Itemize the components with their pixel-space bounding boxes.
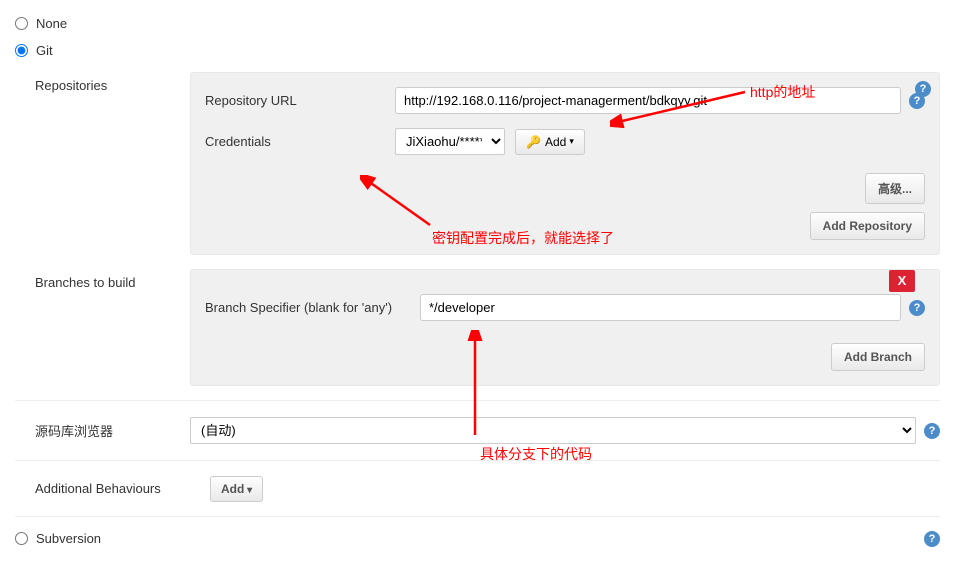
repo-browser-label: 源码库浏览器 <box>35 415 190 446</box>
branches-block: X Branch Specifier (blank for 'any') ? A… <box>190 269 940 386</box>
help-icon[interactable]: ? <box>924 423 940 439</box>
repositories-label: Repositories <box>35 72 190 255</box>
scm-subversion-label: Subversion <box>36 531 101 546</box>
credentials-select[interactable]: JiXiaohu/****** <box>395 128 505 155</box>
scm-subversion-radio[interactable] <box>15 532 28 545</box>
divider <box>15 400 940 401</box>
key-icon: 🔑 <box>526 135 541 149</box>
divider <box>15 516 940 517</box>
repo-url-input[interactable] <box>395 87 901 114</box>
repositories-block: ? Repository URL ? Credentials JiXiaohu/… <box>190 72 940 255</box>
branches-label: Branches to build <box>35 269 190 386</box>
add-credentials-button[interactable]: 🔑 Add ▾ <box>515 129 585 155</box>
scm-none-label: None <box>36 16 67 31</box>
scm-none-radio[interactable] <box>15 17 28 30</box>
credentials-label: Credentials <box>205 134 395 149</box>
help-icon[interactable]: ? <box>909 300 925 316</box>
advanced-button[interactable]: 高级... <box>865 173 925 204</box>
help-icon[interactable]: ? <box>924 531 940 547</box>
help-icon[interactable]: ? <box>915 81 931 97</box>
close-icon[interactable]: X <box>889 270 915 292</box>
add-repository-button[interactable]: Add Repository <box>810 212 925 240</box>
scm-git-radio[interactable] <box>15 44 28 57</box>
divider <box>15 460 940 461</box>
scm-git-label: Git <box>36 43 53 58</box>
branch-specifier-label: Branch Specifier (blank for 'any') <box>205 300 420 315</box>
branch-specifier-input[interactable] <box>420 294 901 321</box>
additional-behaviours-label: Additional Behaviours <box>35 475 210 502</box>
add-branch-button[interactable]: Add Branch <box>831 343 925 371</box>
repo-browser-select[interactable]: (自动) <box>190 417 916 444</box>
add-behaviour-button[interactable]: Add <box>210 476 263 502</box>
repo-url-label: Repository URL <box>205 93 395 108</box>
